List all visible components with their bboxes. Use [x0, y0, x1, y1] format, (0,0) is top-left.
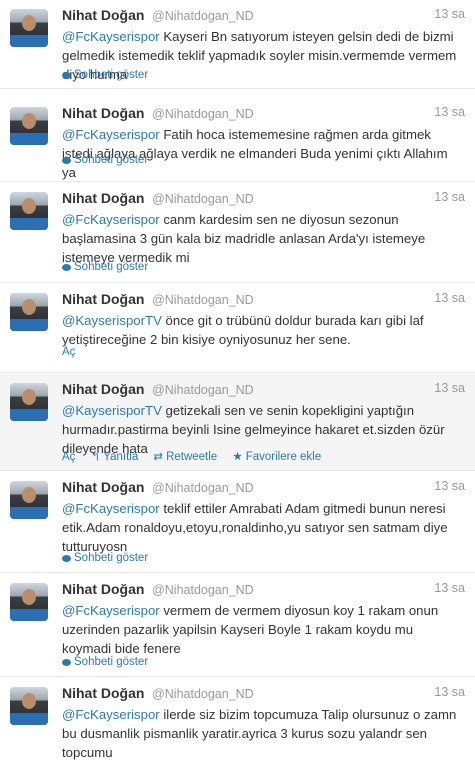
avatar[interactable] — [10, 293, 48, 331]
user-name[interactable]: Nihat Doğan — [62, 479, 144, 495]
show-conversation-link[interactable]: Sohbeti göster — [74, 69, 148, 81]
tweet-header: Nihat Doğan @Nihatdogan_ND 13 sa — [62, 7, 465, 25]
tweet-header: Nihat Doğan @Nihatdogan_ND 13 sa — [62, 291, 465, 309]
tweet-header: Nihat Doğan @Nihatdogan_ND 13 sa — [62, 685, 465, 703]
timestamp[interactable]: 13 sa — [434, 7, 465, 21]
mention-link[interactable]: @FcKayserispor — [62, 603, 160, 618]
tweet-text: @KayserisporTV önce git o trübünü doldur… — [62, 311, 465, 349]
tweet[interactable]: Nihat Doğan @Nihatdogan_ND 13 sa @FcKays… — [0, 574, 475, 677]
user-handle[interactable]: @Nihatdogan_ND — [152, 293, 254, 307]
tweet-actions: Sohbeti göster — [62, 69, 148, 81]
avatar[interactable] — [10, 481, 48, 519]
user-handle[interactable]: @Nihatdogan_ND — [152, 192, 254, 206]
show-conversation-link[interactable]: Sohbeti göster — [74, 154, 148, 166]
user-name[interactable]: Nihat Doğan — [62, 7, 144, 23]
timestamp[interactable]: 13 sa — [434, 381, 465, 395]
avatar[interactable] — [10, 107, 48, 145]
reply-label: Yanıtla — [103, 451, 139, 463]
avatar[interactable] — [10, 192, 48, 230]
conversation-icon — [62, 72, 71, 79]
user-name[interactable]: Nihat Doğan — [62, 291, 144, 307]
reply-icon: ↰ — [90, 451, 101, 463]
show-conversation-link[interactable]: Sohbeti göster — [74, 552, 148, 564]
user-handle[interactable]: @Nihatdogan_ND — [152, 481, 254, 495]
user-handle[interactable]: @Nihatdogan_ND — [152, 583, 254, 597]
user-handle[interactable]: @Nihatdogan_ND — [152, 107, 254, 121]
tweet[interactable]: Nihat Doğan @Nihatdogan_ND 13 sa @Kayser… — [0, 284, 475, 373]
timestamp[interactable]: 13 sa — [434, 685, 465, 699]
mention-link[interactable]: @FcKayserispor — [62, 29, 160, 44]
avatar[interactable] — [10, 583, 48, 621]
show-conversation-link[interactable]: Sohbeti göster — [74, 656, 148, 668]
tweet-actions: Sohbeti göster — [62, 261, 148, 273]
mention-link[interactable]: @FcKayserispor — [62, 501, 160, 516]
user-handle[interactable]: @Nihatdogan_ND — [152, 9, 254, 23]
mention-link[interactable]: @FcKayserispor — [62, 707, 160, 722]
mention-link[interactable]: @KayserisporTV — [62, 403, 162, 418]
favorite-button[interactable]: ★ Favorilere ekle — [232, 449, 321, 463]
tweet[interactable]: Nihat Doğan @Nihatdogan_ND 13 sa @FcKays… — [0, 678, 475, 760]
user-name[interactable]: Nihat Doğan — [62, 190, 144, 206]
tweet-header: Nihat Doğan @Nihatdogan_ND 13 sa — [62, 479, 465, 497]
tweet-actions: Aç ↰ Yanıtla ⇄ Retweetle ★ Favorilere ekle — [62, 449, 333, 463]
timestamp[interactable]: 13 sa — [434, 190, 465, 204]
tweet-actions: Aç — [62, 346, 75, 358]
expand-link[interactable]: Aç — [62, 346, 75, 358]
tweet-header: Nihat Doğan @Nihatdogan_ND 13 sa — [62, 190, 465, 208]
mention-link[interactable]: @KayserisporTV — [62, 313, 162, 328]
tweet-header: Nihat Doğan @Nihatdogan_ND 13 sa — [62, 381, 465, 399]
conversation-icon — [62, 157, 71, 164]
expand-link[interactable]: Aç — [62, 451, 75, 463]
mention-link[interactable]: @FcKayserispor — [62, 212, 160, 227]
reply-button[interactable]: ↰ Yanıtla — [91, 449, 139, 463]
timestamp[interactable]: 13 sa — [434, 291, 465, 305]
timestamp[interactable]: 13 sa — [434, 479, 465, 493]
avatar[interactable] — [10, 383, 48, 421]
avatar[interactable] — [10, 687, 48, 725]
show-conversation-link[interactable]: Sohbeti göster — [74, 261, 148, 273]
star-icon: ★ — [232, 451, 243, 463]
timestamp[interactable]: 13 sa — [434, 581, 465, 595]
tweet-header: Nihat Doğan @Nihatdogan_ND 13 sa — [62, 581, 465, 599]
tweet-actions: Sohbeti göster — [62, 656, 148, 668]
tweet-header: Nihat Doğan @Nihatdogan_ND 13 sa — [62, 105, 465, 123]
tweet-text: @FcKayserispor teklif ettiler Amrabati A… — [62, 499, 465, 556]
tweet[interactable]: Nihat Doğan @Nihatdogan_ND 13 sa @FcKays… — [0, 472, 475, 573]
retweet-icon: ⇄ — [153, 451, 164, 463]
timestamp[interactable]: 13 sa — [434, 105, 465, 119]
retweet-button[interactable]: ⇄ Retweetle — [153, 449, 217, 463]
user-name[interactable]: Nihat Doğan — [62, 581, 144, 597]
tweet-actions: Sohbeti göster — [62, 552, 148, 564]
user-handle[interactable]: @Nihatdogan_ND — [152, 383, 254, 397]
tweet[interactable]: Nihat Doğan @Nihatdogan_ND 13 sa @FcKays… — [0, 183, 475, 283]
tweet-actions: Sohbeti göster — [62, 154, 148, 166]
avatar[interactable] — [10, 9, 48, 47]
conversation-icon — [62, 659, 71, 666]
conversation-icon — [62, 555, 71, 562]
user-name[interactable]: Nihat Doğan — [62, 381, 144, 397]
tweet[interactable]: Nihat Doğan @Nihatdogan_ND 13 sa @Kayser… — [0, 374, 475, 471]
user-name[interactable]: Nihat Doğan — [62, 685, 144, 701]
favorite-label: Favorilere ekle — [245, 451, 322, 463]
tweet-text: @FcKayserispor ilerde siz bizim topcumuz… — [62, 705, 465, 762]
tweet-text: @FcKayserispor canm kardesim sen ne diyo… — [62, 210, 465, 267]
conversation-icon — [62, 264, 71, 271]
user-handle[interactable]: @Nihatdogan_ND — [152, 687, 254, 701]
tweet-text: @FcKayserispor vermem de vermem diyosun … — [62, 601, 465, 658]
tweet[interactable]: Nihat Doğan @Nihatdogan_ND 13 sa @FcKays… — [0, 98, 475, 182]
mention-link[interactable]: @FcKayserispor — [62, 127, 160, 142]
user-name[interactable]: Nihat Doğan — [62, 105, 144, 121]
retweet-label: Retweetle — [166, 451, 218, 463]
tweet[interactable]: Nihat Doğan @Nihatdogan_ND 13 sa @FcKays… — [0, 0, 475, 89]
